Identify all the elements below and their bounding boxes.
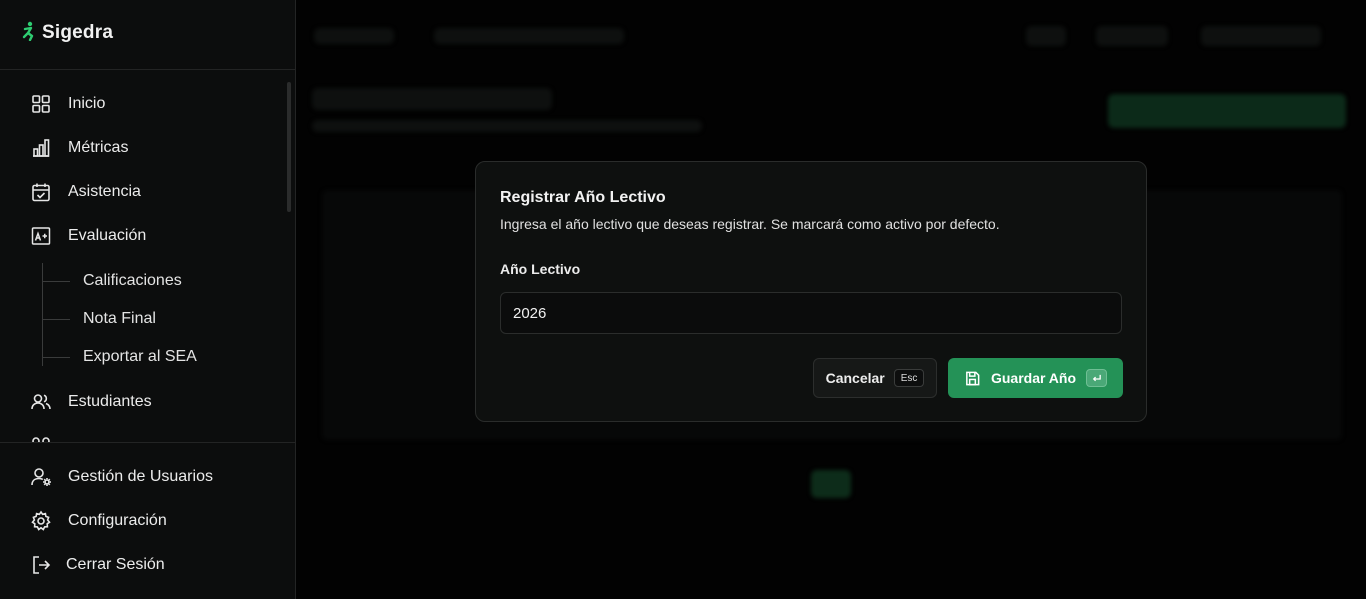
blurred-header-control — [1096, 26, 1168, 46]
blurred-breadcrumb — [434, 28, 624, 44]
scrollbar[interactable] — [287, 82, 291, 212]
cancel-button[interactable]: Cancelar Esc — [813, 358, 937, 398]
esc-shortcut-badge: Esc — [893, 369, 925, 387]
submenu-tick — [42, 318, 70, 320]
sidebar-subitem-nota-final[interactable]: Nota Final — [42, 306, 156, 332]
blurred-pagination — [811, 470, 851, 498]
sidebar-item-label: Métricas — [68, 139, 129, 156]
school-year-input[interactable] — [500, 292, 1122, 334]
sidebar-item-gestion-usuarios[interactable]: Gestión de Usuarios — [30, 462, 213, 492]
sidebar-item-label: Asistencia — [68, 183, 141, 200]
users-icon — [32, 437, 50, 442]
enter-shortcut-icon — [1086, 369, 1108, 387]
submenu-tick — [42, 280, 70, 282]
brand[interactable]: Sigedra — [22, 20, 113, 46]
bar-chart-icon — [33, 139, 50, 157]
cancel-label: Cancelar — [825, 370, 885, 386]
sidebar-subitem-label: Nota Final — [83, 310, 156, 327]
sidebar-item-metricas[interactable]: Métricas — [30, 133, 128, 163]
users-icon — [31, 394, 51, 410]
blurred-page-subtitle — [312, 120, 702, 132]
sidebar-item-asistencia[interactable]: Asistencia — [30, 177, 141, 207]
grid-icon — [32, 95, 50, 113]
save-icon — [966, 371, 980, 385]
blurred-page-title — [312, 88, 552, 110]
logo-icon — [22, 21, 36, 46]
sidebar-item-partial[interactable] — [30, 431, 52, 442]
sidebar-item-configuracion[interactable]: Configuración — [30, 506, 167, 536]
sidebar-item-label: Configuración — [68, 512, 167, 529]
sidebar-subitem-label: Calificaciones — [83, 272, 182, 289]
sidebar-item-evaluacion[interactable]: Evaluación — [30, 221, 146, 251]
logout-icon — [33, 556, 51, 574]
divider — [0, 442, 295, 443]
dialog-title: Registrar Año Lectivo — [500, 189, 666, 206]
submenu-tick — [42, 356, 70, 358]
dialog-description: Ingresa el año lectivo que deseas regist… — [500, 216, 1000, 232]
sidebar-item-estudiantes[interactable]: Estudiantes — [30, 387, 152, 417]
sidebar-item-label: Evaluación — [68, 227, 147, 244]
sidebar-subitem-exportar-sea[interactable]: Exportar al SEA — [42, 344, 197, 370]
field-label: Año Lectivo — [500, 261, 581, 277]
calendar-check-icon — [32, 183, 50, 202]
sidebar-item-label: Gestión de Usuarios — [68, 468, 213, 485]
blurred-breadcrumb — [314, 28, 394, 44]
sidebar-item-label: Cerrar Sesión — [66, 556, 165, 573]
sidebar-item-cerrar-sesion[interactable]: Cerrar Sesión — [30, 550, 165, 580]
sidebar-subitem-calificaciones[interactable]: Calificaciones — [42, 268, 182, 294]
save-year-button[interactable]: Guardar Año — [948, 358, 1123, 398]
sidebar-item-label: Inicio — [68, 95, 106, 112]
save-label: Guardar Año — [990, 370, 1077, 386]
grade-icon — [31, 227, 51, 245]
sidebar-item-inicio[interactable]: Inicio — [30, 89, 105, 119]
user-gear-icon — [31, 468, 51, 486]
register-year-dialog: Registrar Año Lectivo Ingresa el año lec… — [475, 161, 1147, 422]
blurred-primary-button — [1108, 94, 1346, 128]
sidebar-item-label: Estudiantes — [68, 393, 152, 410]
sidebar-subitem-label: Exportar al SEA — [83, 348, 197, 365]
sidebar-nav: Inicio Métricas Asistencia Evaluación Ca… — [0, 70, 295, 442]
gear-icon — [31, 510, 51, 531]
blurred-header-control — [1201, 26, 1321, 46]
app-name: Sigedra — [42, 22, 114, 43]
blurred-header-control — [1026, 26, 1066, 46]
sidebar: Sigedra Inicio Métricas Asistencia Evalu… — [0, 0, 296, 599]
